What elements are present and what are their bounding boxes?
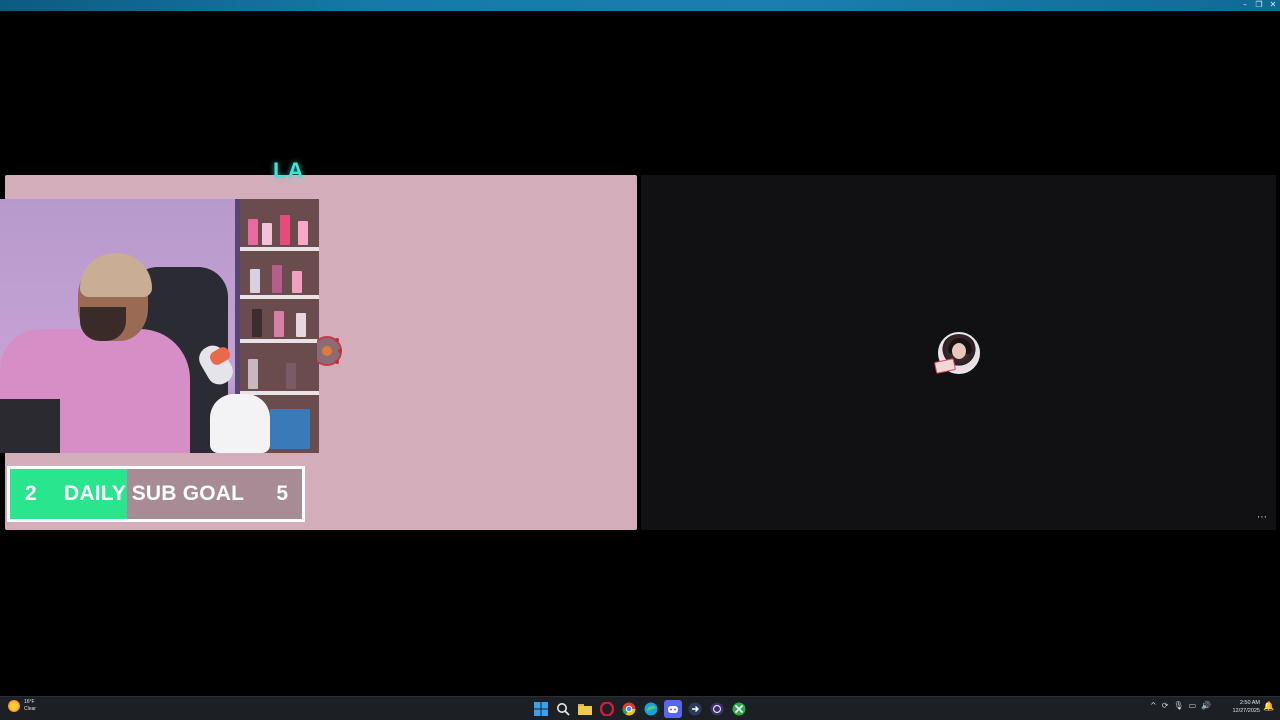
- shelf-board: [240, 295, 319, 299]
- shelf-item: [252, 309, 262, 337]
- weather-sun-icon: [8, 700, 20, 712]
- sub-goal-target: 5: [276, 482, 288, 505]
- daily-sub-goal-widget: 2 DAILY SUB GOAL 5: [7, 466, 305, 522]
- window-title-bar[interactable]: – ❐ ✕: [0, 0, 1280, 11]
- shelf-item: [262, 223, 272, 245]
- notification-bell-icon[interactable]: 🔔: [1263, 702, 1274, 712]
- plush-toy: [210, 394, 270, 453]
- opera-icon[interactable]: [598, 700, 616, 718]
- maximize-button[interactable]: ❐: [1252, 0, 1266, 11]
- app-arrow-icon[interactable]: [686, 700, 704, 718]
- sync-icon[interactable]: ⟳: [1162, 701, 1169, 710]
- sub-goal-current: 2: [25, 482, 37, 505]
- sub-goal-label: DAILY SUB GOAL: [64, 482, 245, 505]
- microphone-icon[interactable]: 🎙: [1173, 701, 1183, 710]
- shelf-item: [270, 409, 310, 449]
- volume-icon[interactable]: 🔊: [1201, 701, 1211, 710]
- close-button[interactable]: ✕: [1266, 0, 1280, 11]
- shelf-item: [286, 363, 296, 389]
- tray-chevron-icon[interactable]: ^: [1150, 701, 1157, 710]
- file-explorer-icon[interactable]: [576, 700, 594, 718]
- shelf-item: [274, 311, 284, 337]
- clock-date: 12/27/2025: [1232, 708, 1260, 714]
- spin-wheel-icon: [317, 336, 342, 366]
- avatar-face: [952, 343, 966, 359]
- windows-start-icon[interactable]: [532, 700, 550, 718]
- taskbar: 16°F Clear ^ ⟳ 🎙 ▭ 🔊 2:50 AM 12/27/2025 …: [0, 696, 1280, 720]
- weather-widget[interactable]: 16°F Clear: [8, 699, 36, 713]
- shelf-item: [292, 271, 302, 293]
- stream-overlay-text: LA: [273, 158, 305, 183]
- shelf-item: [296, 313, 306, 337]
- edge-icon[interactable]: [642, 700, 660, 718]
- shelf-item: [272, 265, 282, 293]
- shelf-item: [280, 215, 290, 245]
- shelf-board: [240, 339, 319, 343]
- shelf-item: [298, 221, 308, 245]
- weather-temp: 16°F: [24, 699, 35, 705]
- shelf-item: [248, 219, 258, 245]
- shelf-board: [240, 247, 319, 251]
- weather-condition: Clear: [24, 706, 36, 712]
- xbox-icon[interactable]: [730, 700, 748, 718]
- streamer-beard: [80, 307, 126, 341]
- clock-time: 2:50 AM: [1239, 700, 1260, 706]
- obs-icon[interactable]: [708, 700, 726, 718]
- desk-items: [0, 399, 60, 453]
- shelf-item: [248, 359, 258, 389]
- taskbar-pinned-apps: [532, 700, 748, 718]
- minimize-button[interactable]: –: [1238, 0, 1252, 11]
- shelf-item: [250, 269, 260, 293]
- clock[interactable]: 2:50 AM 12/27/2025: [1226, 699, 1260, 715]
- screen: – ❐ ✕ LA 2 DAILY SUB GOAL 5 ⋯ 16°F Clear…: [0, 0, 1280, 720]
- more-options-button[interactable]: ⋯: [1257, 512, 1267, 523]
- discord-icon[interactable]: [664, 700, 682, 718]
- webcam-feed: [0, 199, 319, 453]
- system-tray: ^ ⟳ 🎙 ▭ 🔊: [1150, 701, 1211, 710]
- chrome-icon[interactable]: [620, 700, 638, 718]
- network-icon[interactable]: ▭: [1189, 701, 1197, 710]
- search-icon[interactable]: [554, 700, 572, 718]
